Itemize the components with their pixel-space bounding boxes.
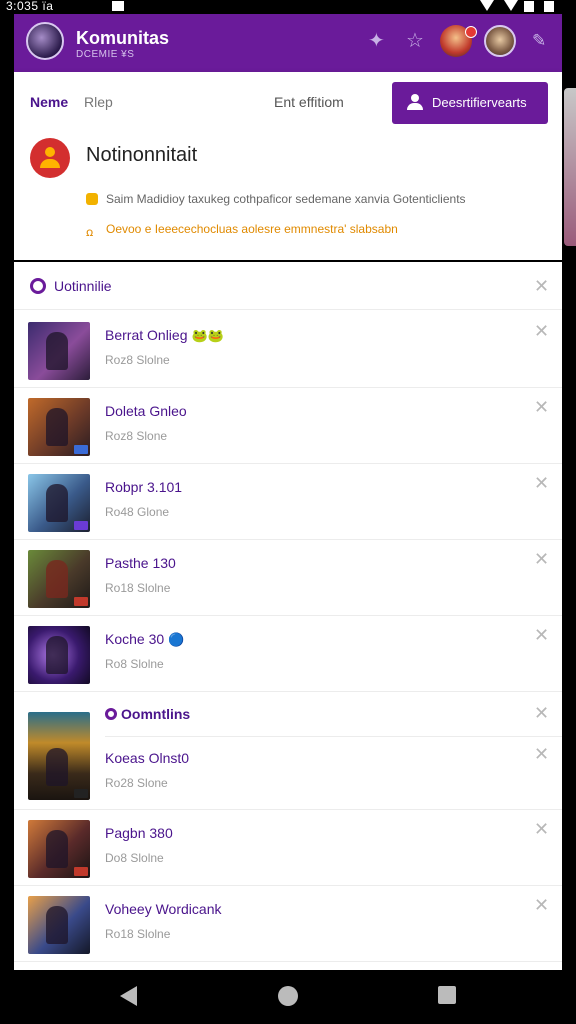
system-nav-bar	[0, 970, 576, 1024]
close-icon[interactable]: ✕	[534, 820, 549, 838]
notification-card: Neme Rlep Ent effitiom Deesrtifiervearts…	[14, 72, 562, 260]
notification-icon	[112, 1, 124, 11]
close-icon[interactable]: ✕	[534, 704, 549, 722]
item-title: Berrat Onlieg 🐸🐸	[105, 327, 224, 343]
status-time: 3:035 ïa	[6, 0, 54, 13]
group-icon: ꭥ	[86, 225, 94, 239]
list-item[interactable]: Robpr 3.101 Ro48 Glone ✕	[14, 464, 562, 540]
item-subtitle: Ro8 Slolne	[105, 657, 164, 671]
item-title: Koche 30 🔵	[105, 631, 185, 647]
notification-line-2[interactable]: Oevoo e Ieeecechocluas aolesre emmnestra…	[106, 222, 398, 236]
section-icon	[30, 278, 46, 294]
item-subtitle: Ro18 Slolne	[105, 927, 171, 941]
home-icon[interactable]	[278, 986, 298, 1006]
close-icon[interactable]: ✕	[534, 474, 549, 492]
item-subtitle: Ro28 Slone	[105, 776, 168, 790]
edit-icon[interactable]: ✎	[532, 31, 546, 51]
close-icon[interactable]: ✕	[534, 322, 549, 340]
close-icon[interactable]: ✕	[534, 896, 549, 914]
list-item[interactable]: Oomntlins Koeas Olnst0 Ro28 Slone ✕ ✕	[14, 692, 562, 810]
game-thumbnail	[28, 820, 90, 878]
list-item[interactable]: Pagbn 380 Do8 Slolne ✕	[14, 810, 562, 886]
add-friends-label: Deesrtifiervearts	[432, 95, 527, 110]
app-title: Komunitas	[76, 28, 170, 48]
item-title: Voheey Wordicank	[105, 901, 222, 917]
close-icon[interactable]: ✕	[534, 745, 549, 763]
notification-avatar-icon	[30, 138, 70, 178]
notification-list: Uotinnilie ✕ Berrat Onlieg 🐸🐸 Roz8 Slolne…	[14, 262, 562, 970]
close-icon[interactable]: ✕	[534, 277, 549, 295]
app-bar: Komunitas DCEMIE ¥S ✦ ☆ ✎	[14, 14, 562, 72]
battery-full-icon	[544, 1, 554, 12]
close-icon[interactable]: ✕	[534, 550, 549, 568]
section-header: Uotinnilie ✕	[14, 262, 562, 310]
section-title: Uotinnilie	[54, 278, 112, 294]
tab-name[interactable]: Neme	[30, 94, 68, 110]
list-item[interactable]: Berrat Onlieg 🐸🐸 Roz8 Slolne ✕	[14, 312, 562, 388]
close-icon[interactable]: ✕	[534, 626, 549, 644]
item-subtitle: Roz8 Slolne	[105, 353, 170, 367]
list-item[interactable]: Pasthe 130 Ro18 Slolne ✕	[14, 540, 562, 616]
notification-title: Notinonnitait	[86, 144, 198, 166]
list-item[interactable]: Koche 30 🔵 Ro8 Slolne ✕	[14, 616, 562, 692]
game-thumbnail	[28, 626, 90, 684]
battery-icon	[524, 1, 534, 12]
status-bar: 3:035 ïa	[0, 0, 576, 14]
game-thumbnail	[28, 322, 90, 380]
app-subtitle: DCEMIE ¥S	[76, 49, 135, 60]
close-icon[interactable]: ✕	[534, 398, 549, 416]
item-title: Doleta Gnleo	[105, 403, 187, 419]
signal-icon	[504, 0, 518, 11]
item-subtitle: Roz8 Slone	[105, 429, 168, 443]
section-icon	[105, 708, 117, 720]
app-logo[interactable]	[26, 22, 64, 60]
game-thumbnail	[28, 550, 90, 608]
notification-badge	[465, 26, 477, 38]
person-icon	[406, 94, 424, 110]
item-subtitle: Ro18 Slolne	[105, 581, 171, 595]
add-friends-button[interactable]: Deesrtifiervearts	[392, 82, 548, 124]
recent-apps-icon[interactable]	[438, 986, 456, 1004]
game-thumbnail	[28, 398, 90, 456]
item-subtitle: Ro48 Glone	[105, 505, 170, 519]
avatar-user[interactable]	[484, 25, 516, 57]
notification-line-1: Saim Madidioy taxukeg cothpaficor sedema…	[106, 192, 466, 206]
star-icon[interactable]: ☆	[406, 31, 424, 51]
list-item[interactable]: Doleta Gnleo Roz8 Slone ✕	[14, 388, 562, 464]
item-title: Robpr 3.101	[105, 479, 183, 495]
list-item[interactable]: Voheey Wordicank Ro18 Slolne ✕	[14, 886, 562, 962]
game-thumbnail	[28, 712, 90, 800]
back-icon[interactable]	[120, 986, 137, 1006]
side-panel-peek[interactable]	[564, 88, 576, 246]
tab-entries[interactable]: Ent effitiom	[274, 94, 344, 110]
item-subtitle: Do8 Slolne	[105, 851, 164, 865]
game-thumbnail	[28, 896, 90, 954]
pin-icon[interactable]: ✦	[368, 31, 385, 51]
wifi-icon	[480, 0, 494, 11]
item-title: Pasthe 130	[105, 555, 176, 571]
item-title: Pagbn 380	[105, 825, 173, 841]
item-title: Koeas Olnst0	[105, 750, 190, 766]
tab-rlep[interactable]: Rlep	[84, 94, 113, 110]
shield-icon	[86, 193, 98, 205]
subsection-title: Oomntlins	[105, 706, 190, 722]
divider	[105, 736, 562, 737]
game-thumbnail	[28, 474, 90, 532]
